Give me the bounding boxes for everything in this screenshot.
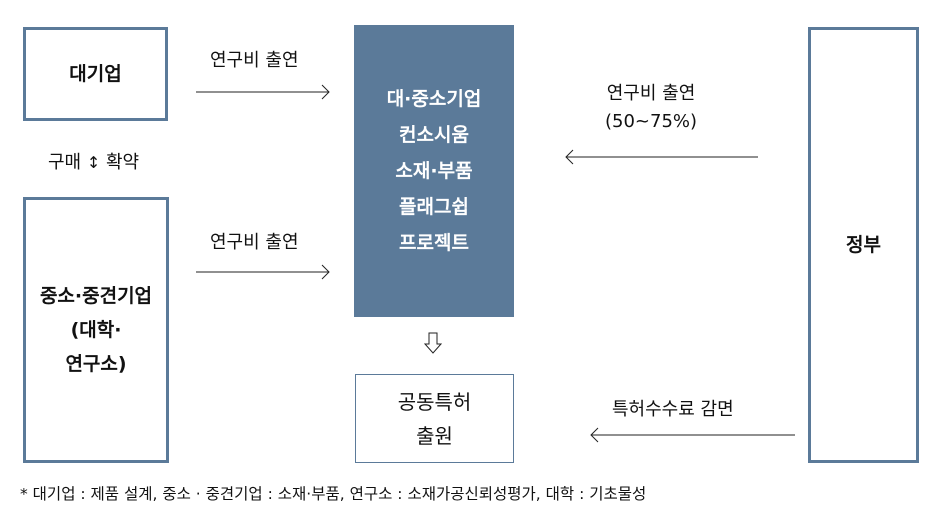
arrow-bottom (196, 264, 330, 280)
footnote: * 대기업 : 제품 설계, 중소 · 중견기업 : 소재·부품, 연구소 : … (20, 485, 647, 503)
arrow-top (196, 84, 330, 100)
arrow-gov (565, 149, 758, 165)
arrows (196, 84, 795, 443)
arrow-fee (590, 427, 795, 443)
down-hollow-arrow-icon (423, 332, 443, 354)
